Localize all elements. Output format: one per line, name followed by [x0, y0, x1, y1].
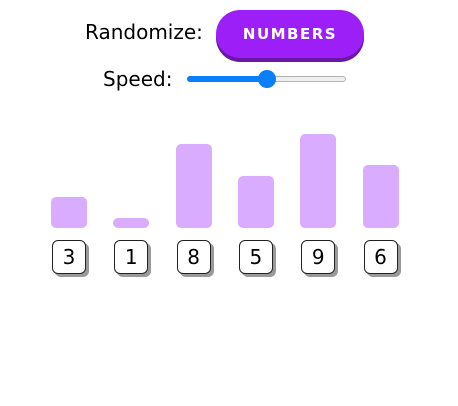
number-box-2: 8 [176, 240, 211, 274]
number-box-1: 1 [114, 240, 149, 274]
number-boxes: 318596 [0, 240, 458, 280]
numbers-button[interactable]: NUMBERS [216, 10, 364, 58]
speed-label: Speed: [103, 67, 173, 91]
speed-row: Speed: [0, 66, 458, 92]
speed-slider[interactable] [187, 69, 346, 89]
randomize-row: Randomize: NUMBERS [0, 10, 458, 58]
speed-slider-thumb[interactable] [257, 70, 276, 88]
bar-chart [0, 120, 458, 228]
bar-1 [113, 218, 150, 228]
number-box-4: 9 [301, 240, 336, 274]
bar-2 [175, 144, 212, 228]
number-box-3: 5 [238, 240, 273, 274]
bar-3 [237, 176, 274, 228]
number-box-0: 3 [52, 240, 86, 274]
number-box-5: 6 [363, 240, 398, 274]
randomize-label: Randomize: [85, 20, 203, 44]
bar-4 [300, 134, 337, 228]
speed-slider-fill [187, 76, 267, 82]
bar-0 [51, 197, 87, 228]
bar-5 [362, 165, 399, 228]
